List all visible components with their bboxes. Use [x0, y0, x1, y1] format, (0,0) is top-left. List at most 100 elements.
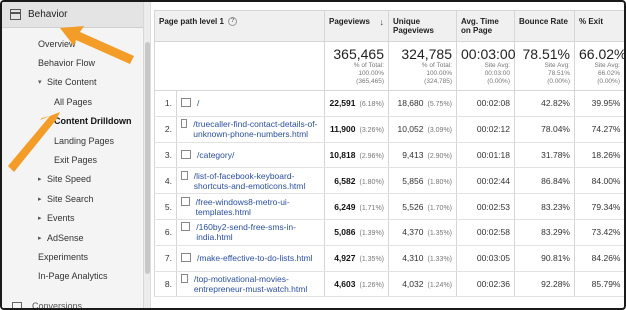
- col-header-label: Pageviews: [329, 17, 370, 26]
- page-icon[interactable]: [181, 170, 188, 180]
- sidebar-item-label: Experiments: [38, 251, 89, 262]
- unique-pageviews-percent: (3.09%): [427, 127, 452, 135]
- avg-time-cell: 00:03:05: [456, 245, 515, 272]
- table-row: 4. /list-of-facebook-keyboard-shortcuts-a…: [154, 167, 624, 195]
- scrollbar-thumb[interactable]: [145, 42, 150, 274]
- col-header-unique-pageviews[interactable]: Unique Pageviews: [388, 10, 457, 42]
- summary-caption: (0.00%): [487, 78, 510, 85]
- sidebar-scrollbar[interactable]: [144, 2, 151, 308]
- summary-caption: % of Total:: [353, 62, 384, 69]
- col-header-label: Unique Pageviews: [393, 17, 434, 35]
- page-path-link[interactable]: /truecaller-find-contact-details-of-unkn…: [193, 119, 320, 139]
- row-number: 4.: [154, 167, 177, 195]
- conversions-icon: [12, 302, 22, 308]
- unique-pageviews-value: 9,413: [402, 149, 424, 160]
- sidebar-item-behavior-flow[interactable]: Behavior Flow: [2, 53, 143, 72]
- pageviews-value: 5,086: [334, 227, 356, 238]
- summary-bounce-rate: 78.51% Site Avg: 78.51% (0.00%): [514, 41, 575, 91]
- expand-down-icon[interactable]: ▾: [38, 78, 44, 86]
- summary-unique-pageviews: 324,785 % of Total: 100.00% (324,785): [388, 41, 457, 91]
- col-header-pageviews[interactable]: Pageviews ↓: [324, 10, 389, 42]
- sidebar-item-site-content[interactable]: ▾ Site Content: [2, 73, 143, 92]
- unique-pageviews-cell: 4,032 (1.24%): [388, 271, 457, 298]
- page-path-cell: /top-motivational-movies-entrepreneur-mu…: [176, 271, 325, 298]
- summary-value: 78.51%: [522, 46, 570, 62]
- sidebar-item-experiments[interactable]: Experiments: [2, 247, 143, 266]
- page-icon[interactable]: [181, 273, 188, 283]
- unique-pageviews-value: 5,856: [402, 175, 424, 186]
- sidebar-item-label: Site Content: [47, 77, 97, 88]
- unique-pageviews-percent: (2.90%): [427, 152, 452, 160]
- col-header-label: Page path level 1: [159, 17, 224, 26]
- sidebar-item-conversions[interactable]: Conversions: [32, 301, 82, 308]
- page-path-link[interactable]: /160by2-send-free-sms-in-india.html: [196, 222, 320, 242]
- col-header-page-path[interactable]: Page path level 1 ?: [154, 10, 325, 42]
- sidebar-header-behavior[interactable]: Behavior: [2, 2, 143, 28]
- pageviews-percent: (6.18%): [359, 101, 384, 109]
- expand-right-icon[interactable]: ▸: [38, 195, 44, 203]
- report-table: Page path level 1 ? Pageviews ↓ Unique P…: [154, 10, 626, 298]
- sidebar-item-all-pages[interactable]: All Pages: [2, 92, 143, 111]
- unique-pageviews-cell: 10,052 (3.09%): [388, 116, 457, 143]
- page-path-link[interactable]: /: [197, 98, 199, 108]
- unique-pageviews-cell: 18,680 (5.75%): [388, 90, 457, 117]
- page-icon[interactable]: [181, 149, 191, 159]
- expand-right-icon[interactable]: ▸: [38, 175, 44, 183]
- sidebar-item-overview[interactable]: Overview: [2, 34, 143, 53]
- pageviews-cell: 6,249 (1.71%): [324, 193, 389, 220]
- exit-cell: 18.26%: [574, 142, 624, 169]
- summary-caption: 66.02%: [597, 70, 620, 77]
- pageviews-value: 10,818: [329, 149, 356, 160]
- summary-caption: (365,465): [356, 78, 384, 85]
- page-path-link[interactable]: /category/: [197, 150, 234, 160]
- col-header-avg-time[interactable]: Avg. Time on Page: [456, 10, 515, 42]
- page-path-link[interactable]: /free-windows8-metro-ui-templates.html: [196, 197, 320, 217]
- exit-cell: 84.26%: [574, 245, 624, 272]
- bounce-rate-cell: 90.81%: [514, 245, 575, 272]
- unique-pageviews-cell: 5,526 (1.70%): [388, 193, 457, 220]
- page-icon[interactable]: [181, 119, 188, 129]
- sidebar-item-content-drilldown[interactable]: Content Drilldown: [2, 112, 143, 131]
- page-icon[interactable]: [181, 196, 190, 206]
- avg-time-cell: 00:02:08: [456, 90, 515, 117]
- sidebar-item-events[interactable]: ▸ Events: [2, 209, 143, 228]
- page-path-cell: /make-effective-to-do-lists.html: [176, 245, 325, 272]
- bounce-rate-cell: 92.28%: [514, 271, 575, 298]
- pageviews-percent: (1.39%): [359, 230, 384, 238]
- col-header-exit[interactable]: % Exit: [574, 10, 624, 42]
- unique-pageviews-percent: (1.80%): [427, 178, 452, 186]
- bounce-rate-cell: 42.82%: [514, 90, 575, 117]
- unique-pageviews-percent: (1.35%): [427, 230, 452, 238]
- page-path-link[interactable]: /list-of-facebook-keyboard-shortcuts-and…: [194, 171, 320, 191]
- pageviews-value: 22,591: [329, 98, 356, 109]
- summary-caption: (324,785): [424, 78, 452, 85]
- summary-caption: (0.00%): [547, 78, 570, 85]
- expand-right-icon[interactable]: ▸: [38, 234, 44, 242]
- unique-pageviews-cell: 4,370 (1.35%): [388, 219, 457, 246]
- pageviews-percent: (1.26%): [359, 281, 384, 289]
- summary-caption: % of Total:: [421, 62, 452, 69]
- sidebar-item-exit-pages[interactable]: Exit Pages: [2, 150, 143, 169]
- avg-time-cell: 00:02:53: [456, 193, 515, 220]
- summary-value: 66.02%: [579, 46, 626, 62]
- page-icon[interactable]: [181, 253, 191, 263]
- page-icon[interactable]: [181, 222, 191, 232]
- sidebar-item-landing-pages[interactable]: Landing Pages: [2, 131, 143, 150]
- pageviews-value: 11,900: [329, 124, 356, 135]
- col-header-bounce-rate[interactable]: Bounce Rate: [514, 10, 575, 42]
- page-path-cell: /160by2-send-free-sms-in-india.html: [176, 219, 325, 246]
- expand-right-icon[interactable]: ▸: [38, 214, 44, 222]
- sidebar-item-in-page-analytics[interactable]: In-Page Analytics: [2, 267, 143, 286]
- summary-caption: 100.00%: [358, 70, 384, 77]
- page-icon[interactable]: [181, 98, 191, 108]
- sidebar-item-site-search[interactable]: ▸ Site Search: [2, 189, 143, 208]
- avg-time-cell: 00:02:44: [456, 167, 515, 195]
- page-path-link[interactable]: /make-effective-to-do-lists.html: [197, 253, 313, 263]
- sidebar-item-adsense[interactable]: ▸ AdSense: [2, 228, 143, 247]
- help-icon[interactable]: ?: [228, 17, 238, 27]
- sidebar-item-site-speed[interactable]: ▸ Site Speed: [2, 170, 143, 189]
- page-path-link[interactable]: /top-motivational-movies-entrepreneur-mu…: [194, 274, 320, 294]
- sort-descending-icon[interactable]: ↓: [380, 17, 385, 27]
- pageviews-value: 6,582: [334, 175, 356, 186]
- summary-pageviews: 365,465 % of Total: 100.00% (365,465): [324, 41, 389, 91]
